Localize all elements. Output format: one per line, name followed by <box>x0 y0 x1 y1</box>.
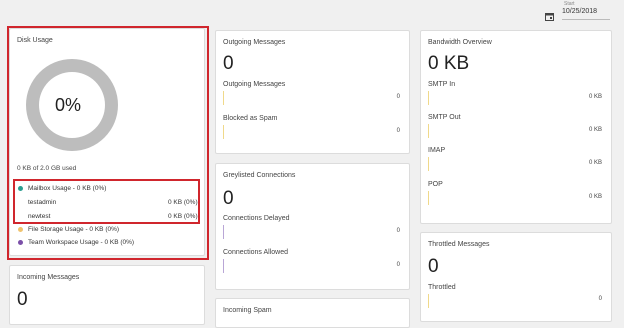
date-value[interactable]: 10/25/2018 <box>562 8 597 15</box>
throttled-row-label: Throttled <box>428 284 456 291</box>
mailbox-usage-highlight <box>13 179 200 224</box>
smtp-out-label: SMTP Out <box>428 114 461 121</box>
connections-allowed-label: Connections Allowed <box>223 249 288 256</box>
greylisted-value: 0 <box>223 188 234 209</box>
calendar-icon[interactable] <box>545 8 554 21</box>
outgoing-messages-value: 0 <box>223 53 234 74</box>
connections-allowed-value: 0 <box>396 262 400 268</box>
date-label: Start <box>564 1 575 7</box>
incoming-messages-card: Incoming Messages 0 <box>9 265 205 325</box>
connections-delayed-value: 0 <box>396 228 400 234</box>
outgoing-messages-title: Outgoing Messages <box>223 39 286 46</box>
greylisted-connections-card: Greylisted Connections 0 Connections Del… <box>215 163 410 290</box>
outgoing-messages-card: Outgoing Messages 0 Outgoing Messages 0 … <box>215 30 410 154</box>
bandwidth-value: 0 KB <box>428 53 470 74</box>
bandwidth-title: Bandwidth Overview <box>428 39 492 46</box>
throttled-value: 0 <box>428 256 439 277</box>
connections-delayed-bar <box>223 225 224 239</box>
blocked-spam-value: 0 <box>396 128 400 134</box>
pop-label: POP <box>428 181 443 188</box>
disk-usage-highlight <box>7 26 209 260</box>
throttled-row-value: 0 <box>598 296 602 302</box>
blocked-spam-label: Blocked as Spam <box>223 115 278 122</box>
pop-bar <box>428 191 429 205</box>
smtp-out-bar <box>428 124 429 138</box>
connections-allowed-bar <box>223 259 224 273</box>
throttled-bar <box>428 294 429 308</box>
imap-label: IMAP <box>428 147 446 154</box>
date-underline <box>562 19 610 20</box>
smtp-out-value: 0 KB <box>588 127 602 133</box>
imap-value: 0 KB <box>588 160 602 166</box>
outgoing-messages-row-label: Outgoing Messages <box>223 81 286 88</box>
smtp-in-label: SMTP In <box>428 81 456 88</box>
incoming-messages-title: Incoming Messages <box>17 274 80 281</box>
incoming-spam-card: Incoming Spam <box>215 298 410 328</box>
smtp-in-value: 0 KB <box>588 94 602 100</box>
throttled-title: Throttled Messages <box>428 241 490 248</box>
outgoing-messages-bar <box>223 91 224 105</box>
pop-value: 0 KB <box>588 194 602 200</box>
smtp-in-bar <box>428 91 429 105</box>
greylisted-title: Greylisted Connections <box>223 172 296 179</box>
imap-bar <box>428 157 429 171</box>
outgoing-messages-row-value: 0 <box>396 94 400 100</box>
date-picker[interactable]: Start 10/25/2018 <box>543 1 613 22</box>
incoming-messages-value: 0 <box>17 289 28 310</box>
blocked-spam-bar <box>223 125 224 139</box>
connections-delayed-label: Connections Delayed <box>223 215 290 222</box>
throttled-messages-card: Throttled Messages 0 Throttled 0 <box>420 232 612 322</box>
bandwidth-overview-card: Bandwidth Overview 0 KB SMTP In 0 KB SMT… <box>420 30 612 224</box>
